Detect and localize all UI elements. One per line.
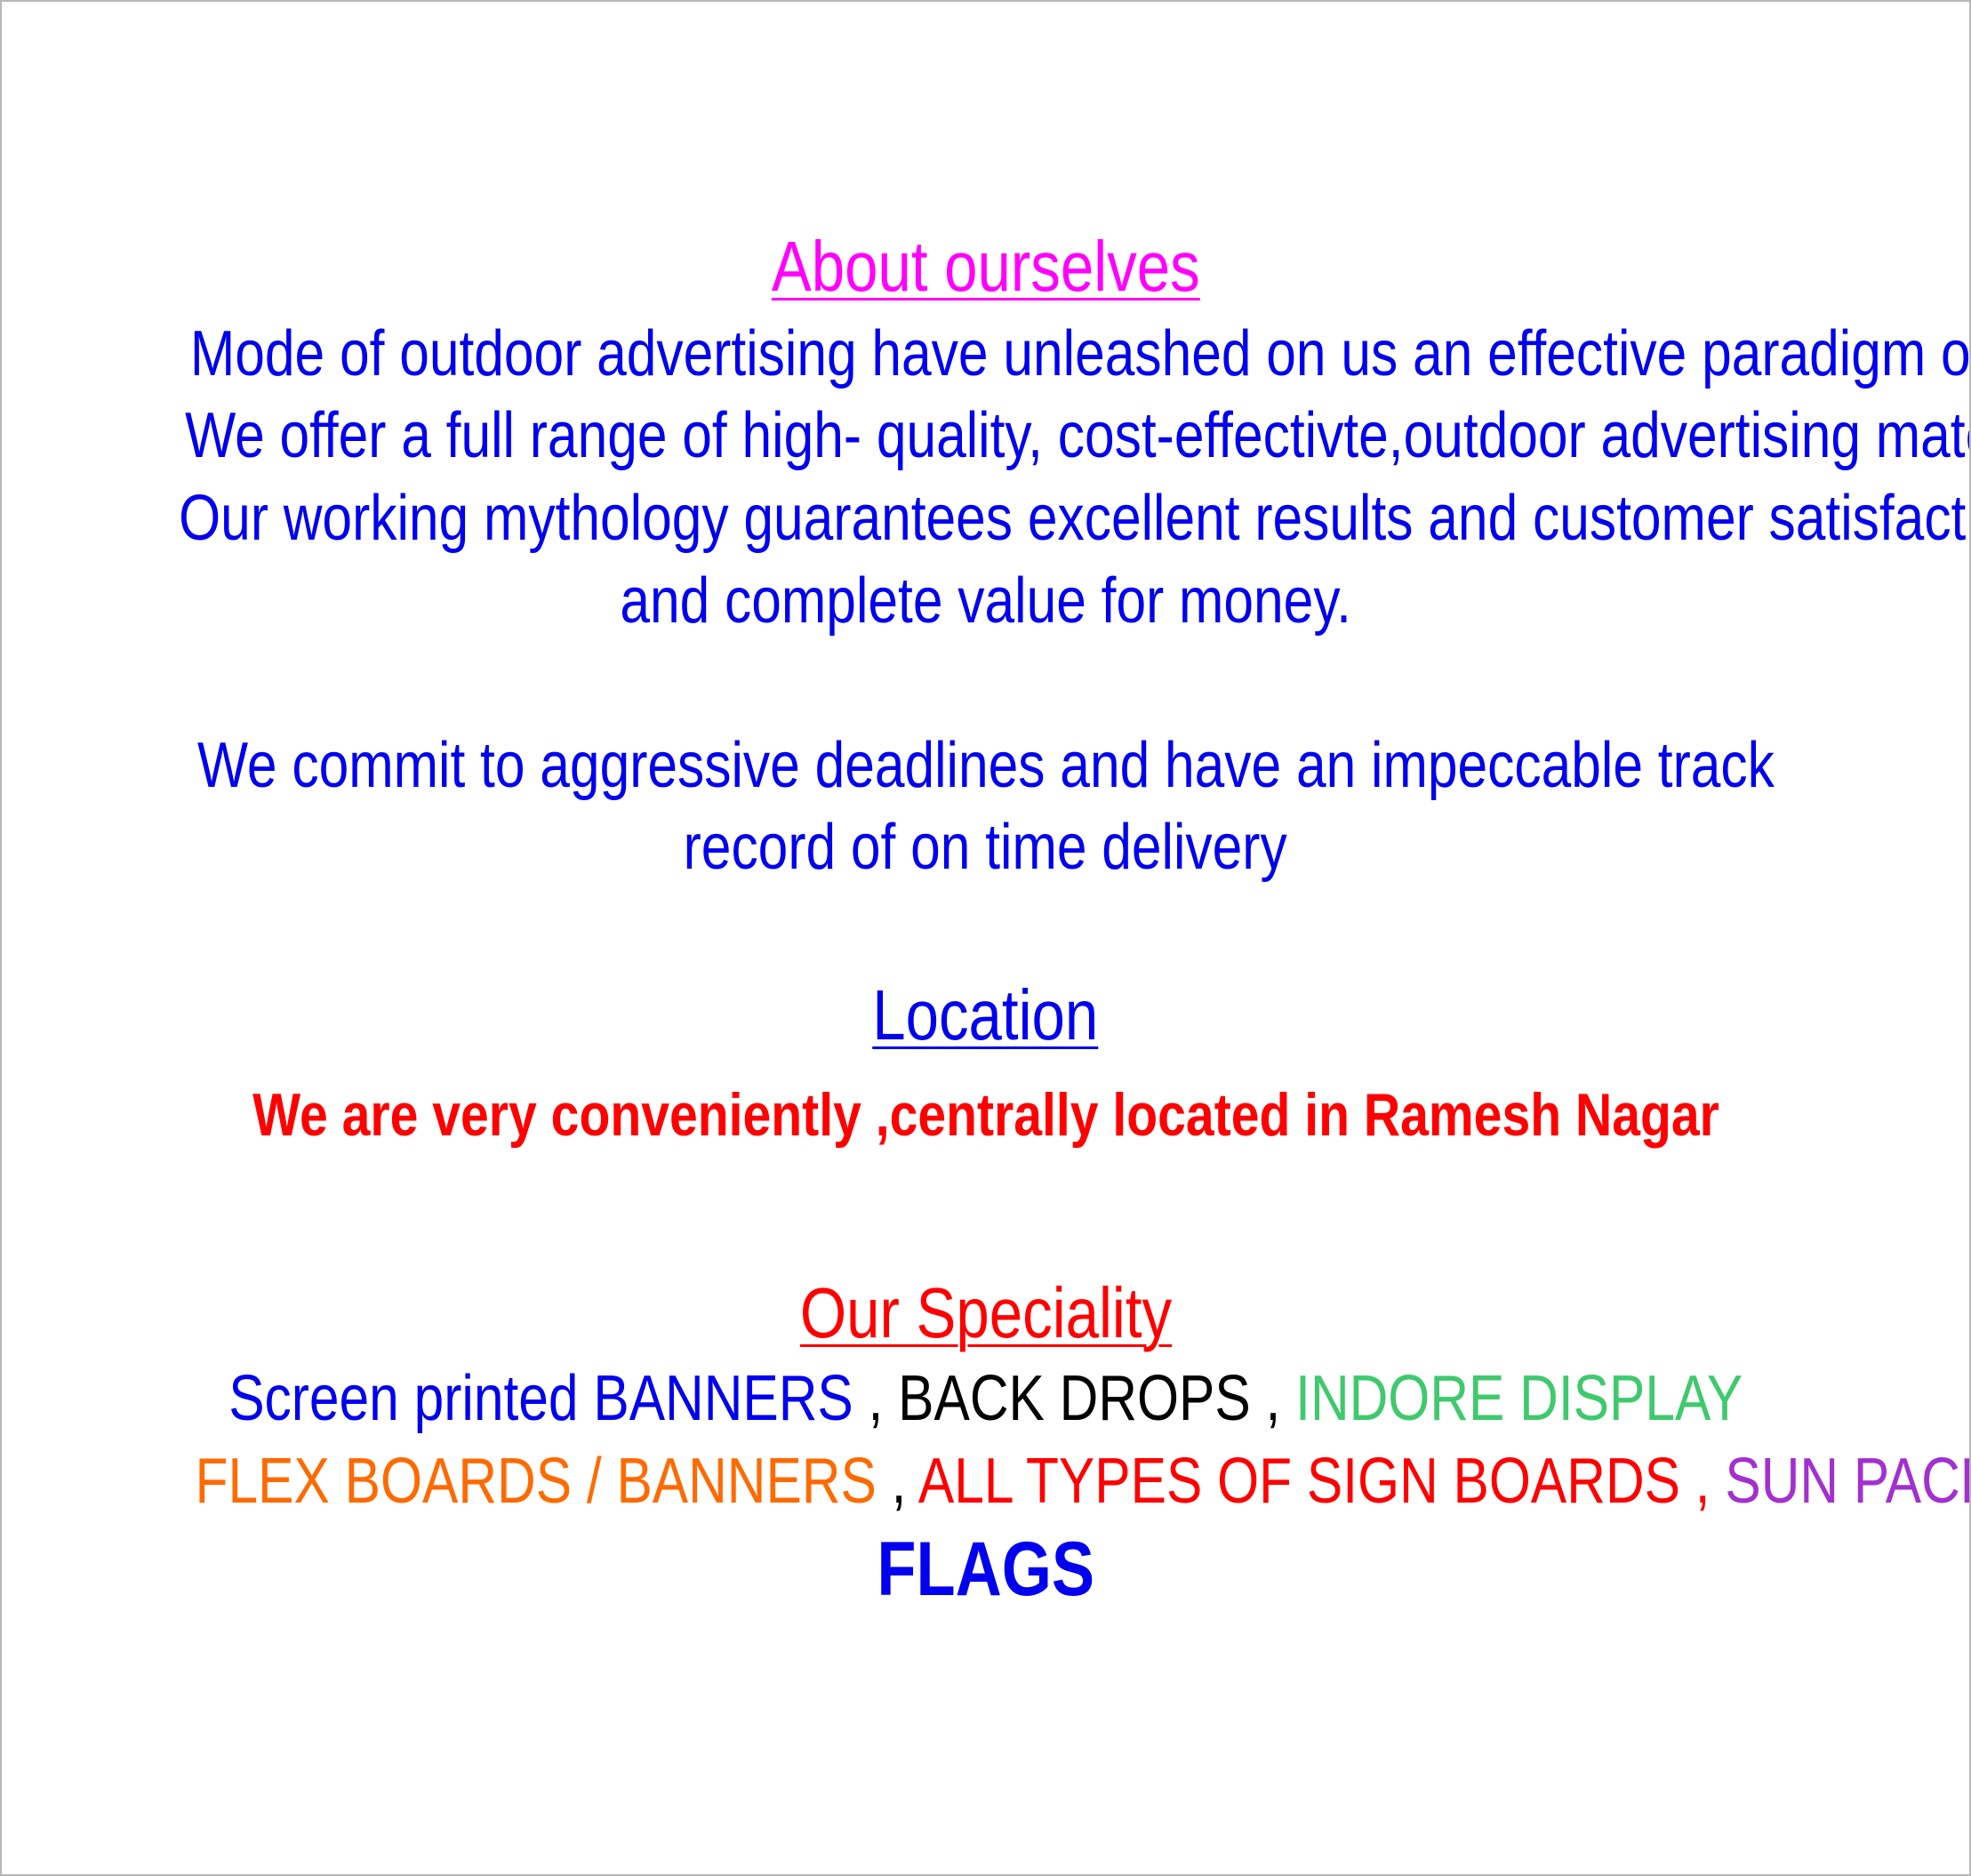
about-line-1: Mode of outdoor advertising have unleash…: [2, 322, 1969, 386]
location-text: We are very conveniently ,centrally loca…: [2, 1085, 1969, 1145]
location-heading-text: Location: [872, 975, 1099, 1054]
about-heading-text: About ourselves: [771, 227, 1200, 306]
commitment-line-1: We commit to aggressive deadlines and ha…: [2, 734, 1969, 798]
about-line-1-text: Mode of outdoor advertising have unleash…: [189, 318, 1971, 389]
speciality-line-1-group: Screen printed BANNERS , BACK DROPS , IN…: [228, 1367, 1743, 1431]
flags-text: FLAGS: [877, 1527, 1094, 1612]
about-line-4-text: and complete value for money.: [620, 565, 1351, 637]
location-text-content: We are very conveniently ,centrally loca…: [252, 1081, 1719, 1149]
speciality-item-flex-boards: FLEX BOARDS / BANNERS: [195, 1446, 877, 1517]
flags-line: FLAGS: [2, 1531, 1969, 1607]
about-line-3-text: Our working mythology guarantees excelle…: [179, 483, 1971, 554]
about-line-2-text: We offer a full range of high- quality, …: [185, 400, 1971, 471]
speciality-heading-text: Our Speciality: [799, 1273, 1172, 1352]
about-line-4: and complete value for money.: [2, 569, 1969, 633]
speciality-heading: Our Speciality: [2, 1278, 1969, 1349]
location-heading: Location: [2, 980, 1969, 1051]
speciality-line-2: FLEX BOARDS / BANNERS , ALL TYPES OF SIG…: [2, 1449, 1969, 1513]
speciality-line-2-group: FLEX BOARDS / BANNERS , ALL TYPES OF SIG…: [196, 1449, 1969, 1513]
about-heading: About ourselves: [2, 231, 1969, 302]
speciality-line-1: Screen printed BANNERS , BACK DROPS , IN…: [2, 1367, 1969, 1431]
speciality-item-indore-display: INDORE DISPLAY: [1294, 1363, 1743, 1434]
speciality-separator: ,: [853, 1363, 898, 1434]
speciality-item-back-drops: BACK DROPS: [897, 1363, 1251, 1434]
commitment-line-2-text: record of on time delivery: [683, 812, 1288, 883]
speciality-separator: ,: [876, 1446, 918, 1517]
page: About ourselves Mode of outdoor advertis…: [0, 0, 1971, 1876]
commitment-line-1-text: We commit to aggressive deadlines and ha…: [196, 730, 1775, 801]
commitment-line-2: record of on time delivery: [2, 815, 1969, 879]
speciality-item-sign-boards: ALL TYPES OF SIGN BOARDS: [917, 1446, 1680, 1517]
speciality-separator: ,: [1250, 1363, 1295, 1434]
about-line-3: Our working mythology guarantees excelle…: [2, 486, 1969, 550]
about-line-2: We offer a full range of high- quality, …: [2, 404, 1969, 468]
speciality-item-sun-pack-sheets: SUN PACK SHEETS: [1725, 1446, 1969, 1517]
speciality-item-screen-printed-banners: Screen printed BANNERS: [228, 1363, 853, 1434]
speciality-separator: ,: [1679, 1446, 1726, 1517]
